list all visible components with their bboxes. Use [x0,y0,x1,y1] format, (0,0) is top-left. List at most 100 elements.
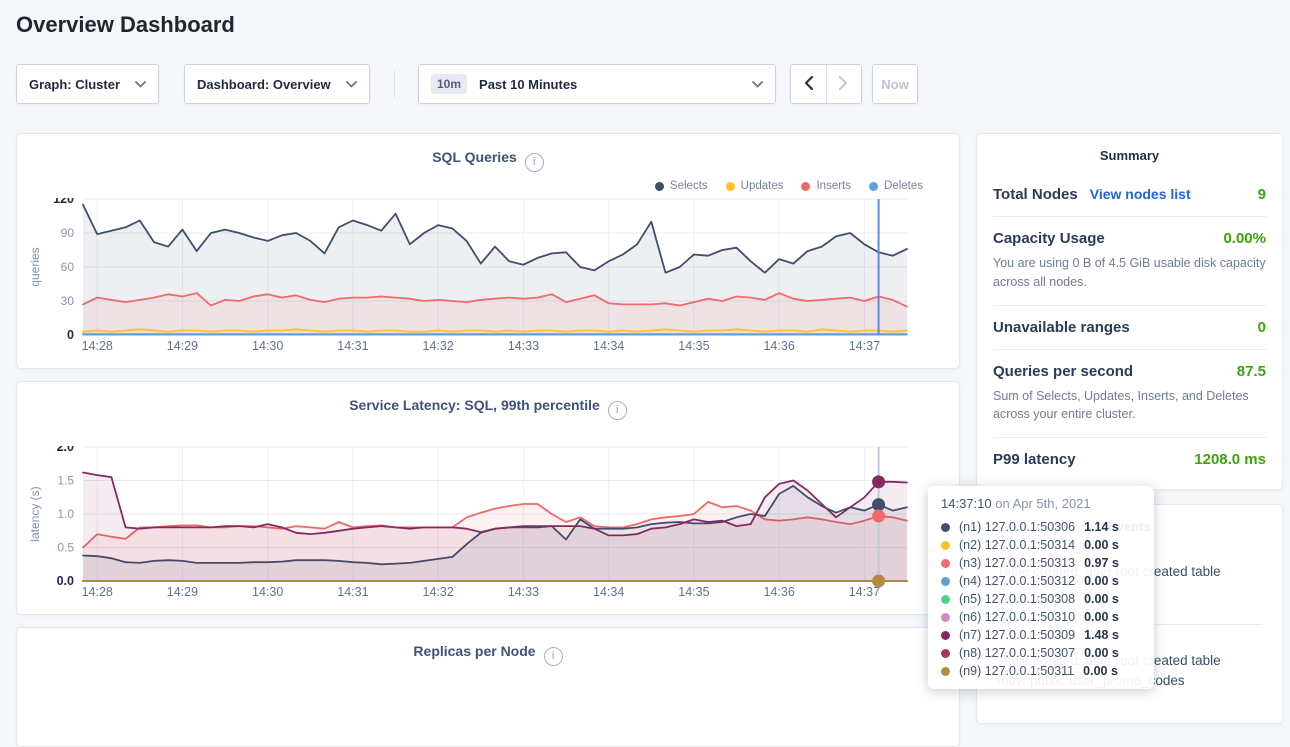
sql-queries-panel: SQL Queries Selects Updates Inserts Deletes… [16,133,960,369]
svg-text:14:37: 14:37 [849,585,880,599]
legend-item-inserts[interactable]: Inserts [801,180,851,192]
legend-item-updates[interactable]: Updates [726,180,784,192]
info-icon[interactable] [544,647,563,666]
tooltip-node-label: (n9) 127.0.0.1:50311 [959,664,1074,678]
summary-row-top: Capacity Usage 0.00% [993,230,1266,247]
tooltip-rows: (n1) 127.0.0.1:503061.14 s(n2) 127.0.0.1… [941,518,1141,680]
time-prev-button[interactable] [791,65,827,103]
series-dot-icon [941,631,950,640]
legend-item-deletes[interactable]: Deletes [869,180,923,192]
now-button[interactable]: Now [872,64,918,104]
legend-item-label: Deletes [884,180,923,192]
summary-row: Capacity Usage 0.00% You are using 0 B of … [993,216,1266,305]
summary-metric-value: 87.5 [1237,363,1266,380]
tooltip-node-label: (n4) 127.0.0.1:50312 [959,574,1075,588]
tooltip-node-value: 0.00 s [1084,538,1119,552]
tooltip-timestamp: 14:37:10 on Apr 5th, 2021 [941,496,1141,511]
tooltip-node-value: 0.00 s [1084,592,1119,606]
summary-metric-value: 1208.0 ms [1194,451,1266,468]
latency-chart-plot[interactable]: 14:2814:2914:3014:3114:3214:3314:3414:35… [17,446,961,606]
series-dot-icon [941,541,950,550]
svg-text:14:32: 14:32 [423,339,454,353]
series-dot-icon [941,523,950,532]
tooltip-node-value: 0.00 s [1084,646,1119,660]
svg-text:14:34: 14:34 [593,339,624,353]
overview-dashboard-page: Overview Dashboard Graph: Cluster Dashbo… [0,0,1290,689]
svg-text:14:33: 14:33 [508,339,539,353]
summary-row-top: Total Nodes View nodes list 9 [993,186,1266,203]
info-icon[interactable] [608,401,627,420]
svg-text:1.5: 1.5 [57,474,74,488]
tooltip-node-label: (n1) 127.0.0.1:50306 [959,520,1075,534]
chevron-down-icon [742,81,763,88]
svg-text:14:34: 14:34 [593,585,624,599]
graph-dropdown-label: Graph: Cluster [29,77,120,92]
graph-dropdown[interactable]: Graph: Cluster [16,64,159,104]
series-dot-icon [941,577,950,586]
summary-metric-value: 0 [1258,319,1266,336]
svg-text:14:31: 14:31 [337,585,368,599]
summary-metric-description: You are using 0 B of 4.5 GiB usable disk… [993,254,1266,292]
info-icon[interactable] [525,153,544,172]
series-dot-icon [941,559,950,568]
chevron-down-icon [336,81,357,88]
svg-text:14:30: 14:30 [252,339,283,353]
svg-text:120: 120 [53,198,74,206]
tooltip-row: (n8) 127.0.0.1:503070.00 s [941,644,1141,662]
legend-item-label: Inserts [816,180,851,192]
time-range-badge: 10m [431,74,467,94]
service-latency-panel: Service Latency: SQL, 99th percentile 14… [16,381,960,615]
latency-chart-title: Service Latency: SQL, 99th percentile [349,397,600,413]
svg-text:14:30: 14:30 [252,585,283,599]
svg-text:14:37: 14:37 [849,339,880,353]
summary-row: Queries per second 87.5 Sum of Selects, Up… [993,349,1266,438]
summary-rows: Total Nodes View nodes list 9 Capacity Usag… [977,173,1282,481]
svg-text:14:35: 14:35 [678,339,709,353]
svg-text:0.0: 0.0 [57,574,74,588]
summary-row-top: P99 latency1208.0 ms [993,451,1266,468]
svg-text:14:33: 14:33 [508,585,539,599]
svg-text:14:35: 14:35 [678,585,709,599]
time-range-dropdown[interactable]: 10m Past 10 Minutes [418,64,776,104]
replicas-chart-header: Replicas per Node [17,628,959,666]
summary-heading: Summary [977,134,1282,173]
now-button-label: Now [881,77,908,92]
series-dot-icon [941,595,950,604]
svg-text:latency (s): latency (s) [28,486,42,541]
chevron-down-icon [125,81,146,88]
summary-metric-label: Capacity Usage [993,230,1105,247]
svg-text:14:29: 14:29 [167,585,198,599]
tooltip-node-label: (n5) 127.0.0.1:50308 [959,592,1075,606]
svg-text:queries: queries [28,247,42,286]
sql-chart-plot[interactable]: 14:2814:2914:3014:3114:3214:3314:3414:35… [17,198,961,370]
time-next-button[interactable] [827,65,862,103]
tooltip-row: (n3) 127.0.0.1:503130.97 s [941,554,1141,572]
time-range-label: Past 10 Minutes [479,77,577,92]
summary-row-top: Queries per second 87.5 [993,363,1266,380]
tooltip-row: (n4) 127.0.0.1:503120.00 s [941,572,1141,590]
sql-chart-title: SQL Queries [432,149,517,165]
series-dot-icon [941,649,950,658]
tooltip-node-value: 0.97 s [1084,556,1119,570]
legend-item-selects[interactable]: Selects [655,180,708,192]
legend-dot-icon [869,182,878,191]
tooltip-row: (n9) 127.0.0.1:503110.00 s [941,662,1141,680]
svg-text:14:29: 14:29 [167,339,198,353]
dashboard-dropdown[interactable]: Dashboard: Overview [184,64,370,104]
tooltip-row: (n7) 127.0.0.1:503091.48 s [941,626,1141,644]
summary-row: Unavailable ranges0 [993,305,1266,349]
summary-metric-label: Total Nodes [993,186,1078,203]
svg-text:14:28: 14:28 [82,339,113,353]
legend-dot-icon [726,182,735,191]
summary-metric-description: Sum of Selects, Updates, Inserts, and De… [993,387,1266,425]
summary-metric-label: Queries per second [993,363,1133,380]
svg-text:0.5: 0.5 [57,541,74,555]
page-title: Overview Dashboard [16,12,235,38]
summary-metric-value: 9 [1258,186,1266,203]
summary-row-top: Unavailable ranges0 [993,319,1266,336]
view-nodes-list-link[interactable]: View nodes list [1090,186,1191,202]
summary-panel: Summary Total Nodes View nodes list 9 Capac… [976,133,1283,490]
svg-text:0: 0 [67,328,74,342]
summary-metric-value: 0.00% [1223,230,1266,247]
tooltip-date: on Apr 5th, 2021 [992,496,1091,511]
